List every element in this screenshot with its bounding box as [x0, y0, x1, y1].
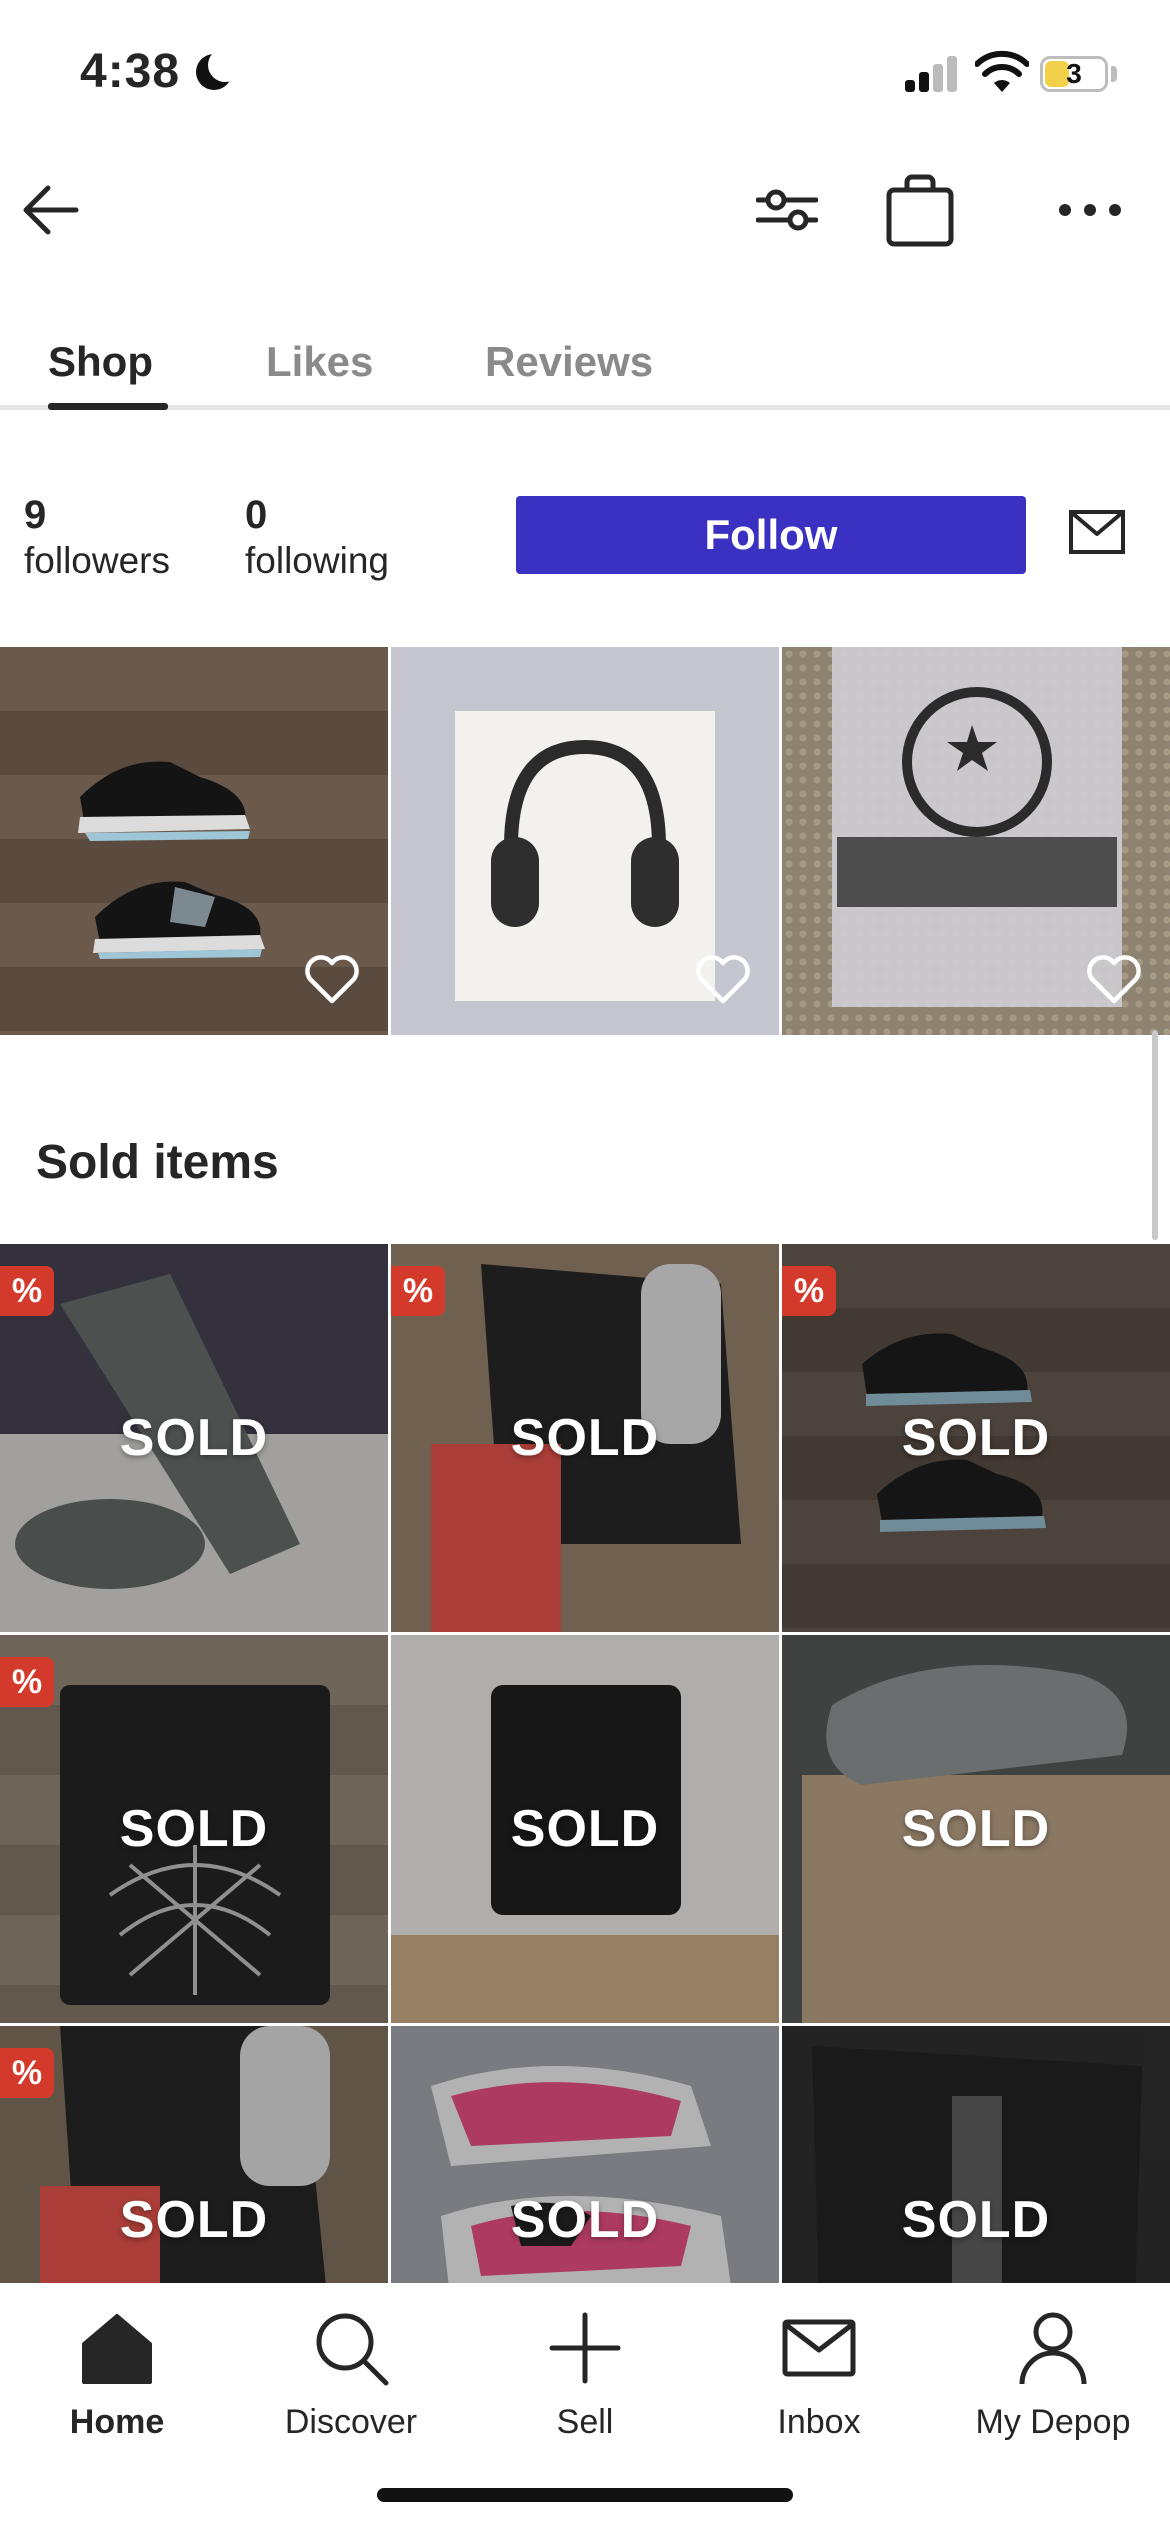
- sold-item[interactable]: % SOLD: [391, 1244, 779, 1632]
- sold-label: SOLD: [901, 2191, 1051, 2249]
- battery-icon: 3: [1040, 56, 1108, 92]
- sold-label: SOLD: [510, 1800, 660, 1858]
- sold-label: SOLD: [901, 1409, 1051, 1467]
- tab-shop[interactable]: Shop: [48, 338, 153, 386]
- heart-icon[interactable]: [1086, 953, 1142, 1005]
- followers-label: followers: [24, 540, 170, 581]
- shop-item[interactable]: [782, 647, 1170, 1035]
- active-tab-indicator: [48, 403, 168, 410]
- ellipsis-icon: [1059, 204, 1121, 216]
- status-bar: 4:38 3: [0, 0, 1170, 150]
- sold-items-grid: % SOLD % SOLD % SOLD % SOLD SOLD SOLD % …: [0, 1244, 1170, 2414]
- back-button[interactable]: [18, 180, 82, 240]
- sold-label: SOLD: [119, 2191, 269, 2249]
- envelope-icon: [782, 2319, 856, 2377]
- heart-icon[interactable]: [695, 953, 751, 1005]
- sold-label: SOLD: [901, 1800, 1051, 1858]
- home-icon: [82, 2314, 152, 2384]
- more-button[interactable]: [1050, 180, 1130, 240]
- top-nav-bar: [0, 160, 1170, 260]
- sold-items-title: Sold items: [36, 1136, 279, 1189]
- nav-home[interactable]: Home: [0, 2303, 234, 2442]
- sliders-icon: [756, 189, 818, 231]
- nav-sell[interactable]: Sell: [468, 2303, 702, 2442]
- home-indicator[interactable]: [377, 2488, 793, 2502]
- nav-sell-label: Sell: [556, 2403, 614, 2441]
- plus-icon: [549, 2312, 621, 2384]
- sold-label: SOLD: [119, 1409, 269, 1467]
- envelope-icon: [1069, 510, 1125, 554]
- sold-label: SOLD: [119, 1800, 269, 1858]
- moon-icon: [196, 48, 242, 90]
- followers-stat[interactable]: 9 followers: [24, 492, 170, 584]
- scrollbar[interactable]: [1152, 1030, 1158, 1240]
- sold-item[interactable]: % SOLD: [782, 1244, 1170, 1632]
- following-label: following: [245, 540, 389, 581]
- shop-item[interactable]: [391, 647, 779, 1035]
- sold-label: SOLD: [510, 1409, 660, 1467]
- shop-items-grid: [0, 647, 1170, 1035]
- nav-discover[interactable]: Discover: [234, 2303, 468, 2442]
- cellular-signal-icon: [905, 54, 957, 92]
- shop-item[interactable]: [0, 647, 388, 1035]
- bag-button[interactable]: [880, 168, 960, 252]
- nav-discover-label: Discover: [284, 2403, 418, 2441]
- tab-reviews[interactable]: Reviews: [485, 338, 653, 386]
- discount-badge: %: [782, 1266, 836, 1316]
- discount-badge: %: [0, 2048, 54, 2098]
- arrow-left-icon: [23, 185, 79, 235]
- follow-button[interactable]: Follow: [516, 496, 1026, 574]
- message-button[interactable]: [1068, 508, 1126, 558]
- nav-home-label: Home: [69, 2403, 165, 2441]
- status-time: 4:38: [80, 45, 181, 98]
- user-icon: [1019, 2312, 1087, 2385]
- wifi-icon: [975, 50, 1029, 92]
- filter-button[interactable]: [752, 178, 822, 242]
- tab-likes[interactable]: Likes: [266, 338, 373, 386]
- followers-count: 9: [24, 493, 47, 537]
- heart-icon[interactable]: [304, 953, 360, 1005]
- nav-my-depop[interactable]: My Depop: [936, 2303, 1170, 2442]
- battery-level: 3: [1066, 58, 1082, 89]
- nav-my-depop-label: My Depop: [975, 2403, 1131, 2441]
- sold-item[interactable]: SOLD: [782, 1635, 1170, 2023]
- nav-inbox[interactable]: Inbox: [702, 2303, 936, 2442]
- sold-item[interactable]: SOLD: [391, 1635, 779, 2023]
- sold-item[interactable]: % SOLD: [0, 1635, 388, 2023]
- sold-item[interactable]: % SOLD: [0, 1244, 388, 1632]
- discount-badge: %: [0, 1266, 54, 1316]
- sold-label: SOLD: [510, 2191, 660, 2249]
- profile-tabs: Shop Likes Reviews: [0, 320, 1170, 410]
- search-icon: [316, 2313, 389, 2386]
- discount-badge: %: [391, 1266, 445, 1316]
- discount-badge: %: [0, 1657, 54, 1707]
- following-stat[interactable]: 0 following: [245, 492, 389, 584]
- nav-inbox-label: Inbox: [777, 2403, 861, 2441]
- shopping-bag-icon: [886, 174, 954, 247]
- following-count: 0: [245, 493, 268, 537]
